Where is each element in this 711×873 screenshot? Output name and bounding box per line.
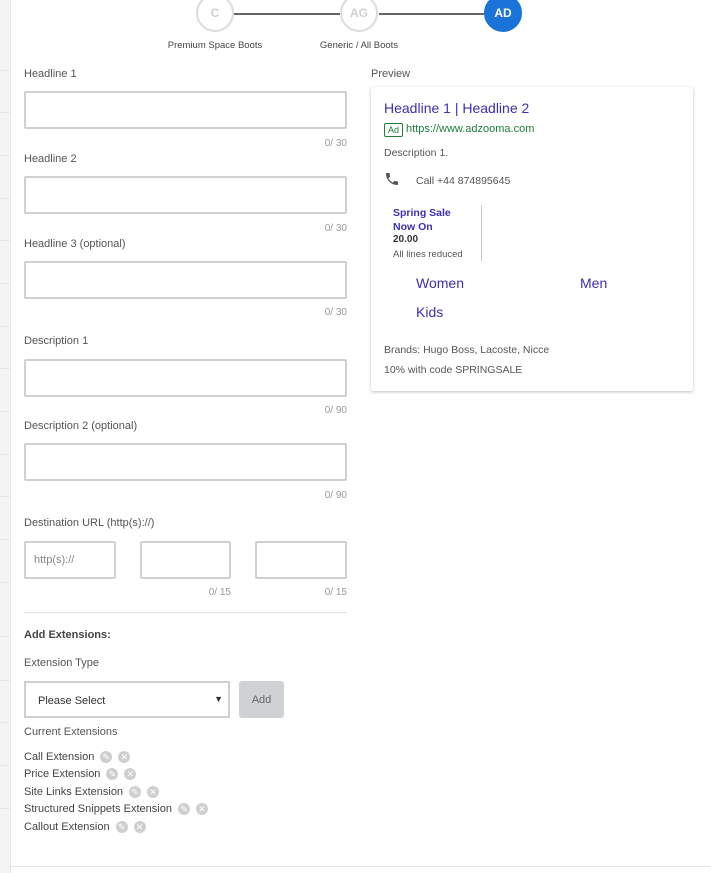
headline1-counter: 0/ 30: [324, 138, 347, 149]
preview-url: https://www.adzooma.com: [406, 123, 535, 135]
step-ad[interactable]: AD: [484, 0, 522, 32]
preview-phone: Call +44 874895645: [416, 175, 511, 187]
extension-name: Structured Snippets Extension: [24, 803, 172, 815]
headline2-counter: 0/ 30: [324, 223, 347, 234]
preview-headline[interactable]: Headline 1 | Headline 2: [384, 100, 529, 116]
extension-type-select[interactable]: Please Select ▼: [24, 681, 230, 718]
headline1-label: Headline 1: [24, 68, 77, 80]
step-ad-group[interactable]: AG: [340, 0, 378, 32]
sitelink-men[interactable]: Men: [580, 275, 607, 291]
url-path1-input[interactable]: [140, 541, 231, 579]
add-extensions-title: Add Extensions:: [24, 629, 111, 641]
price-header[interactable]: Spring Sale Now On: [393, 206, 473, 234]
description1-input[interactable]: [24, 359, 347, 397]
headline3-input[interactable]: [24, 261, 347, 299]
step-campaign[interactable]: C: [196, 0, 234, 32]
edit-icon[interactable]: ✎: [129, 786, 142, 799]
description1-counter: 0/ 90: [324, 405, 347, 416]
headline2-input[interactable]: [24, 176, 347, 214]
headline1-input[interactable]: [24, 91, 347, 129]
price-description: All lines reduced: [393, 249, 463, 260]
destination-url-label: Destination URL (http(s)://): [24, 517, 155, 529]
ad-badge: Ad: [384, 123, 404, 137]
current-extensions-label: Current Extensions: [24, 726, 118, 738]
headline3-label: Headline 3 (optional): [24, 238, 126, 250]
extension-type-label: Extension Type: [24, 657, 100, 669]
headline2-label: Headline 2: [24, 153, 77, 165]
description2-counter: 0/ 90: [324, 490, 347, 501]
step-campaign-label: Premium Space Boots: [167, 40, 263, 51]
extension-type-value: Please Select: [38, 695, 106, 707]
ad-preview-card: Headline 1 | Headline 2 Ad https://www.a…: [371, 87, 693, 391]
extension-name: Call Extension: [24, 751, 95, 763]
extension-name: Site Links Extension: [24, 786, 124, 798]
preview-description: Description 1.: [384, 147, 449, 159]
remove-icon[interactable]: ✕: [195, 803, 208, 816]
footer-divider: [10, 866, 711, 867]
preview-label: Preview: [371, 68, 411, 80]
remove-icon[interactable]: ✕: [147, 786, 160, 799]
extension-item: Call Extension ✎ ✕: [24, 751, 131, 764]
remove-icon[interactable]: ✕: [133, 821, 146, 834]
edit-icon[interactable]: ✎: [106, 768, 119, 781]
remove-icon[interactable]: ✕: [118, 751, 131, 764]
step-connector: [234, 13, 340, 15]
extension-item: Price Extension ✎ ✕: [24, 768, 137, 781]
remove-icon[interactable]: ✕: [124, 768, 137, 781]
url-protocol-placeholder: http(s)://: [34, 554, 75, 566]
step-connector: [379, 13, 485, 15]
url-protocol-input[interactable]: http(s)://: [24, 541, 116, 579]
step-ad-group-label: Generic / All Boots: [319, 40, 399, 51]
section-divider: [24, 612, 347, 613]
description2-input[interactable]: [24, 443, 347, 481]
description2-label: Description 2 (optional): [24, 420, 138, 432]
price-value: 20.00: [393, 234, 419, 245]
edit-icon[interactable]: ✎: [100, 751, 113, 764]
edit-icon[interactable]: ✎: [115, 821, 128, 834]
add-extension-button[interactable]: Add: [239, 681, 284, 718]
extension-item: Site Links Extension ✎ ✕: [24, 786, 160, 799]
headline3-counter: 0/ 30: [324, 307, 347, 318]
extension-name: Callout Extension: [24, 821, 110, 833]
sitelink-kids[interactable]: Kids: [416, 304, 443, 320]
extension-item: Structured Snippets Extension ✎ ✕: [24, 803, 208, 816]
preview-callout: 10% with code SPRINGSALE: [384, 364, 523, 376]
price-divider: [481, 205, 482, 261]
url-path2-input[interactable]: [255, 541, 347, 579]
sitelink-women[interactable]: Women: [416, 275, 464, 291]
url-path2-counter: 0/ 15: [324, 587, 347, 598]
phone-icon: [386, 173, 398, 185]
extension-name: Price Extension: [24, 768, 101, 780]
extension-item: Callout Extension ✎ ✕: [24, 821, 146, 834]
preview-snippet: Brands: Hugo Boss, Lacoste, Nicce: [384, 344, 550, 356]
edit-icon[interactable]: ✎: [177, 803, 190, 816]
description1-label: Description 1: [24, 335, 89, 347]
url-path1-counter: 0/ 15: [208, 587, 231, 598]
background-strip: [0, 0, 11, 873]
caret-down-icon: ▼: [214, 694, 223, 704]
